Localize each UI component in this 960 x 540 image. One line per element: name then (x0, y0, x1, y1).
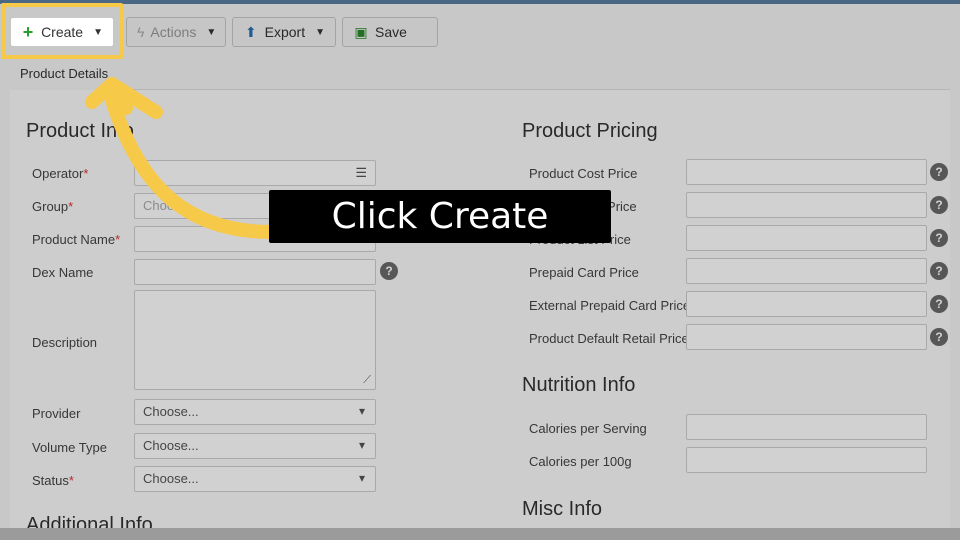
save-button[interactable]: ▣ Save (342, 17, 438, 47)
calories-per-100g-field[interactable] (686, 447, 927, 473)
product-cost-price-field[interactable] (686, 159, 927, 185)
pricing-label: Product Cost Price (529, 166, 638, 181)
list-icon[interactable]: ☰ (355, 165, 367, 181)
actions-button[interactable]: ϟ Actions ▼ (126, 17, 226, 47)
operator-label: Operator* (32, 166, 89, 181)
floppy-disk-icon: ▣ (354, 23, 368, 40)
nutrition-label: Calories per 100g (529, 454, 632, 469)
provider-select[interactable]: Choose... (134, 399, 376, 425)
pricing-label: External Prepaid Card Price (529, 298, 691, 313)
callout-text: Click Create (331, 196, 549, 237)
tab-product-details[interactable]: Product Details (10, 60, 119, 90)
export-label: Export (264, 24, 306, 40)
volume-type-select[interactable]: Choose... (134, 433, 376, 459)
volume-type-label: Volume Type (32, 440, 107, 455)
create-button-highlighted[interactable]: + Create ▼ (10, 17, 114, 47)
product-default-retail-price-field[interactable] (686, 324, 927, 350)
caret-down-icon[interactable]: ▼ (93, 27, 103, 38)
save-label: Save (375, 24, 407, 40)
dex-name-field[interactable] (134, 259, 376, 285)
nutrition-info-title: Nutrition Info (522, 374, 636, 396)
group-label: Group* (32, 199, 74, 214)
calories-per-serving-field[interactable] (686, 414, 927, 440)
resize-handle-icon[interactable]: ⟋ (363, 374, 371, 387)
provider-label: Provider (32, 406, 81, 421)
product-list-price-field[interactable] (686, 225, 927, 251)
help-icon[interactable]: ? (930, 163, 948, 181)
operator-field[interactable]: ☰ (134, 160, 376, 186)
help-icon[interactable]: ? (930, 229, 948, 247)
pricing-label: Product Default Retail Price (529, 331, 689, 346)
bottom-scrollbar[interactable] (0, 528, 960, 540)
help-icon[interactable]: ? (930, 196, 948, 214)
help-icon[interactable]: ? (380, 262, 398, 280)
misc-info-title: Misc Info (522, 498, 603, 520)
create-label: Create (41, 24, 84, 40)
product-name-label: Product Name* (32, 232, 121, 247)
plus-icon: + (22, 21, 34, 42)
actions-label: Actions (150, 24, 197, 40)
description-textarea[interactable]: ⟋ (134, 290, 376, 390)
prepaid-card-price-field[interactable] (686, 258, 927, 284)
tab-bar: Product Details (10, 60, 950, 90)
lightning-icon: ϟ (137, 24, 145, 40)
dex-name-label: Dex Name (32, 265, 94, 280)
product-pricing-title: Product Pricing (522, 120, 658, 142)
upload-icon: ⬆ (244, 23, 257, 40)
help-icon[interactable]: ? (930, 295, 948, 313)
product-form-panel: Product Info Operator* ☰ Group* Choose..… (10, 90, 950, 530)
product-sale-price-field[interactable] (686, 192, 927, 218)
help-icon[interactable]: ? (930, 262, 948, 280)
instruction-callout: Click Create (269, 190, 611, 243)
status-label: Status* (32, 473, 74, 488)
caret-down-icon[interactable]: ▼ (206, 27, 216, 38)
toolbar: + Create ▼ ϟ Actions ▼ ⬆ Export ▼ ▣ Save (0, 4, 960, 60)
external-prepaid-card-price-field[interactable] (686, 291, 927, 317)
help-icon[interactable]: ? (930, 328, 948, 346)
export-button[interactable]: ⬆ Export ▼ (232, 17, 336, 47)
nutrition-label: Calories per Serving (529, 421, 647, 436)
description-label: Description (32, 335, 98, 350)
caret-down-icon[interactable]: ▼ (315, 27, 325, 38)
product-info-title: Product Info (26, 120, 134, 142)
status-select[interactable]: Choose... (134, 466, 376, 492)
pricing-label: Prepaid Card Price (529, 265, 639, 280)
